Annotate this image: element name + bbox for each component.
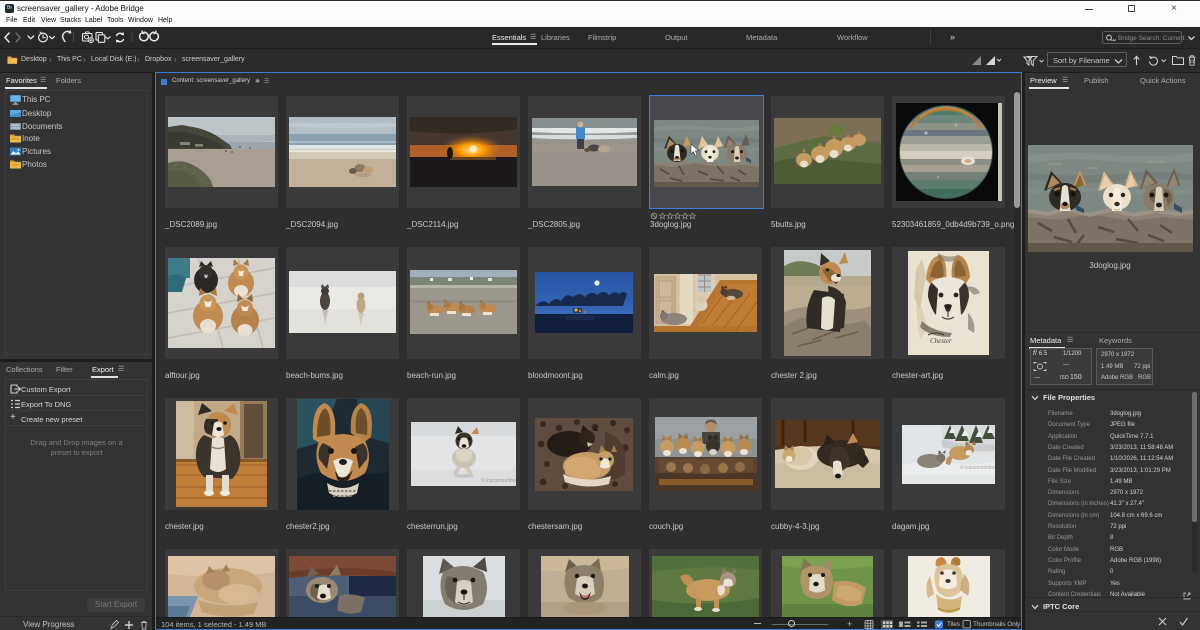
svg-text:© icansmashboom.com: © icansmashboom.com [481, 477, 516, 484]
svg-text:Chester: Chester [930, 337, 952, 345]
svg-text:© icansmashboom: © icansmashboom [960, 464, 995, 471]
